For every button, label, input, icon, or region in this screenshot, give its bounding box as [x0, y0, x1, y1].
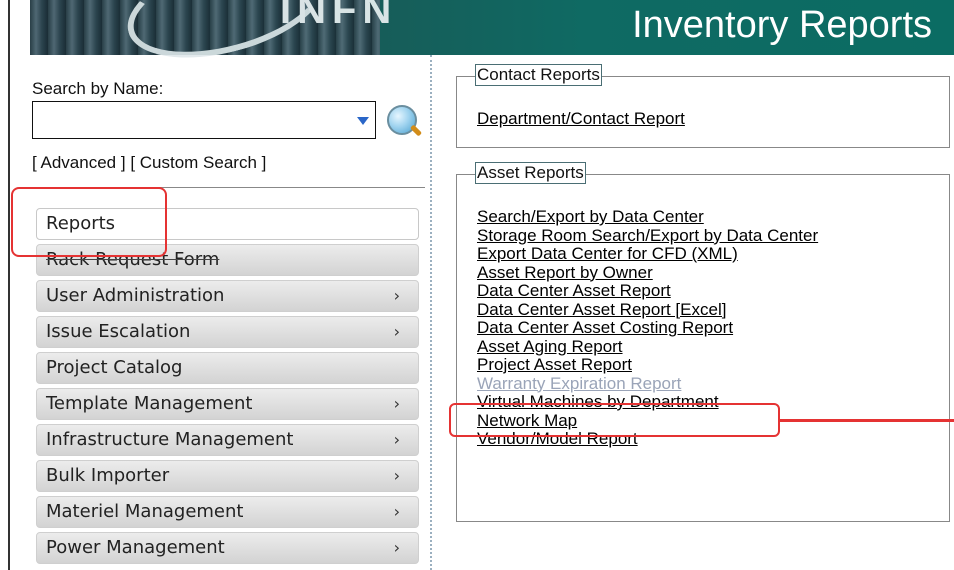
chevron-right-icon: › [393, 466, 400, 485]
asset-reports-panel: Asset Reports Search/Export by Data Cent… [456, 162, 950, 522]
menu-item-rack-request-form[interactable]: Rack Request Form [36, 244, 419, 276]
annotation-arrow [780, 419, 954, 422]
asset-aging-report-link[interactable]: Asset Aging Report [477, 337, 818, 357]
magnifier-handle [409, 124, 423, 137]
sidebar: Search by Name: [ Advanced ] [ Custom Se… [30, 55, 425, 570]
menu-item-power-management[interactable]: Power Management › [36, 532, 419, 564]
export-cfd-xml-link[interactable]: Export Data Center for CFD (XML) [477, 244, 818, 264]
data-center-asset-report-excel-link[interactable]: Data Center Asset Report [Excel] [477, 300, 818, 320]
sidebar-divider [30, 187, 425, 188]
menu-item-project-catalog[interactable]: Project Catalog [36, 352, 419, 384]
data-center-asset-report-link[interactable]: Data Center Asset Report [477, 281, 818, 301]
menu-item-materiel-management[interactable]: Materiel Management › [36, 496, 419, 528]
asset-reports-title: Asset Reports [475, 162, 586, 184]
menu-label: Template Management [46, 393, 253, 414]
chevron-right-icon: › [393, 538, 400, 557]
asset-report-by-owner-link[interactable]: Asset Report by Owner [477, 263, 818, 283]
chevron-right-icon: › [393, 322, 400, 341]
chevron-right-icon: › [393, 502, 400, 521]
sidebar-menu: Reports Rack Request Form User Administr… [36, 208, 419, 568]
search-options: [ Advanced ] [ Custom Search ] [32, 153, 266, 173]
chevron-right-icon: › [393, 286, 400, 305]
menu-item-template-management[interactable]: Template Management › [36, 388, 419, 420]
menu-label: User Administration [46, 285, 225, 306]
menu-label: Infrastructure Management [46, 429, 294, 450]
data-center-asset-costing-report-link[interactable]: Data Center Asset Costing Report [477, 318, 818, 338]
contact-reports-title: Contact Reports [475, 64, 602, 86]
search-export-by-data-center-link[interactable]: Search/Export by Data Center [477, 207, 818, 227]
menu-item-bulk-importer[interactable]: Bulk Importer › [36, 460, 419, 492]
dotted-divider [430, 55, 432, 570]
menu-item-infrastructure-management[interactable]: Infrastructure Management › [36, 424, 419, 456]
menu-label: Materiel Management [46, 501, 244, 522]
dropdown-arrow-icon[interactable] [357, 117, 369, 125]
project-asset-report-link[interactable]: Project Asset Report [477, 355, 818, 375]
search-name-combobox[interactable] [32, 101, 376, 139]
menu-label: Issue Escalation [46, 321, 191, 342]
logo-text: INFN [280, 0, 398, 32]
menu-item-issue-escalation[interactable]: Issue Escalation › [36, 316, 419, 348]
logo: INFN [30, 0, 391, 77]
advanced-search-link[interactable]: [ Advanced ] [32, 153, 126, 172]
department-contact-report-link[interactable]: Department/Contact Report [477, 109, 685, 129]
chevron-right-icon: › [393, 430, 400, 449]
page-title: Inventory Reports [632, 4, 932, 46]
search-button[interactable] [382, 101, 423, 141]
menu-item-reports[interactable]: Reports [36, 208, 419, 240]
custom-search-link[interactable]: [ Custom Search ] [130, 153, 266, 172]
menu-label: Project Catalog [46, 357, 183, 378]
menu-label: Bulk Importer [46, 465, 170, 486]
menu-label: Reports [46, 213, 116, 234]
contact-reports-panel: Contact Reports Department/Contact Repor… [456, 64, 950, 148]
warranty-highlight-annotation [449, 403, 780, 437]
menu-item-user-administration[interactable]: User Administration › [36, 280, 419, 312]
warranty-expiration-report-link[interactable]: Warranty Expiration Report [477, 374, 818, 394]
search-label: Search by Name: [32, 79, 164, 98]
chevron-right-icon: › [393, 394, 400, 413]
menu-label: Power Management [46, 537, 225, 558]
menu-label: Rack Request Form [46, 249, 220, 270]
storage-room-search-link[interactable]: Storage Room Search/Export by Data Cente… [477, 226, 818, 246]
left-border [8, 0, 10, 570]
